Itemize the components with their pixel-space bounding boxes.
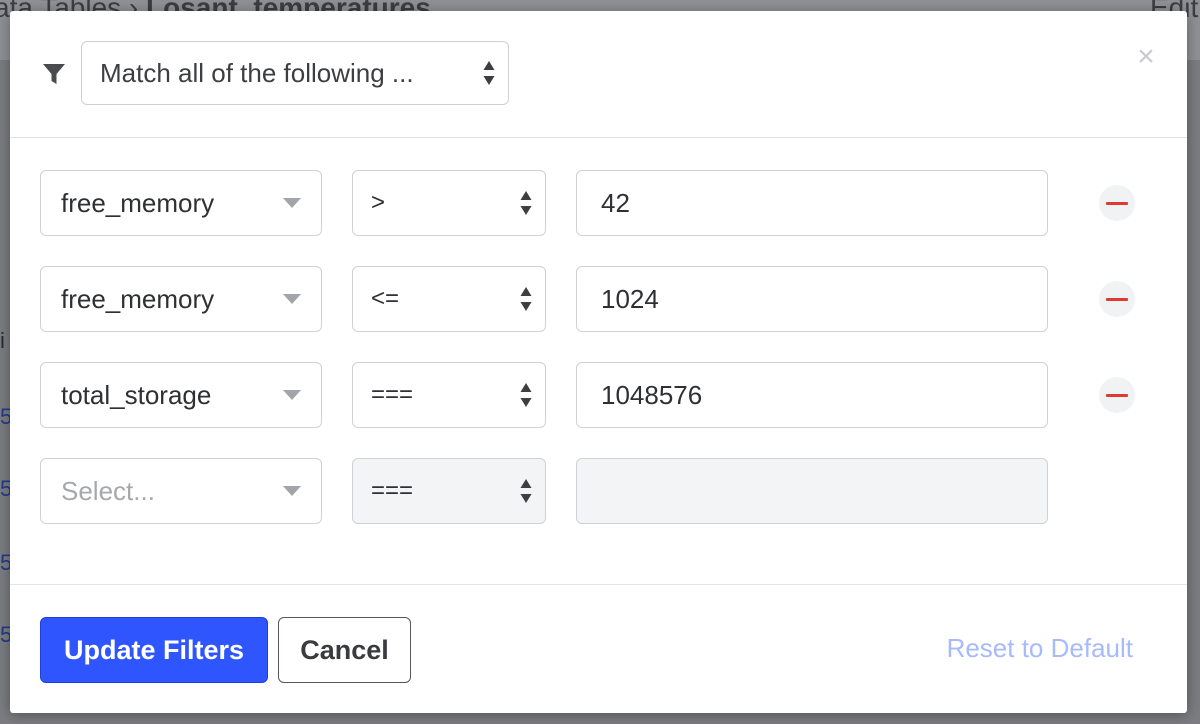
operator-select[interactable]: > [352,170,546,236]
update-filters-button[interactable]: Update Filters [40,617,268,683]
value-input[interactable] [576,266,1048,332]
operator-value: <= [371,285,400,312]
caret-down-icon [283,486,301,496]
remove-row-button[interactable] [1099,185,1135,221]
filter-row: free_memory <= [10,266,1187,332]
filter-icon [43,64,65,84]
minus-icon [1106,297,1128,301]
field-select-value: free_memory [61,283,215,314]
minus-icon [1106,393,1128,397]
remove-row-button[interactable] [1099,377,1135,413]
match-mode-select[interactable]: Match all of the following ... [81,41,509,105]
value-input[interactable] [576,362,1048,428]
reset-to-default-link[interactable]: Reset to Default [947,633,1133,664]
updown-caret-icon [483,61,495,85]
updown-caret-icon [520,191,532,215]
field-select[interactable]: total_storage [40,362,322,428]
filter-modal: Match all of the following ... × free_me… [10,11,1187,713]
value-input[interactable] [576,458,1048,524]
filter-row: total_storage === [10,362,1187,428]
operator-value: === [371,477,414,504]
caret-down-icon [283,294,301,304]
operator-select[interactable]: === [352,458,546,524]
updown-caret-icon [520,287,532,311]
operator-value: === [371,381,414,408]
field-select[interactable]: free_memory [40,266,322,332]
modal-header: Match all of the following ... × [10,11,1187,138]
modal-footer: Update Filters Cancel Reset to Default [10,584,1187,713]
field-select-value: free_memory [61,187,215,218]
value-input[interactable] [576,170,1048,236]
new-filter-row: Select... === [10,458,1187,524]
caret-down-icon [283,390,301,400]
match-mode-value: Match all of the following ... [100,57,414,88]
filter-row: free_memory > [10,170,1187,236]
cancel-button[interactable]: Cancel [278,617,411,683]
operator-select[interactable]: <= [352,266,546,332]
caret-down-icon [283,198,301,208]
operator-value: > [371,189,386,216]
minus-icon [1106,201,1128,205]
operator-select[interactable]: === [352,362,546,428]
updown-caret-icon [520,383,532,407]
field-select-value: total_storage [61,379,212,410]
field-select[interactable]: free_memory [40,170,322,236]
updown-caret-icon [520,479,532,503]
field-select[interactable]: Select... [40,458,322,524]
background-glyph: i [0,328,5,353]
remove-row-button[interactable] [1099,281,1135,317]
field-select-placeholder: Select... [61,475,155,506]
close-icon[interactable]: × [1134,42,1158,72]
